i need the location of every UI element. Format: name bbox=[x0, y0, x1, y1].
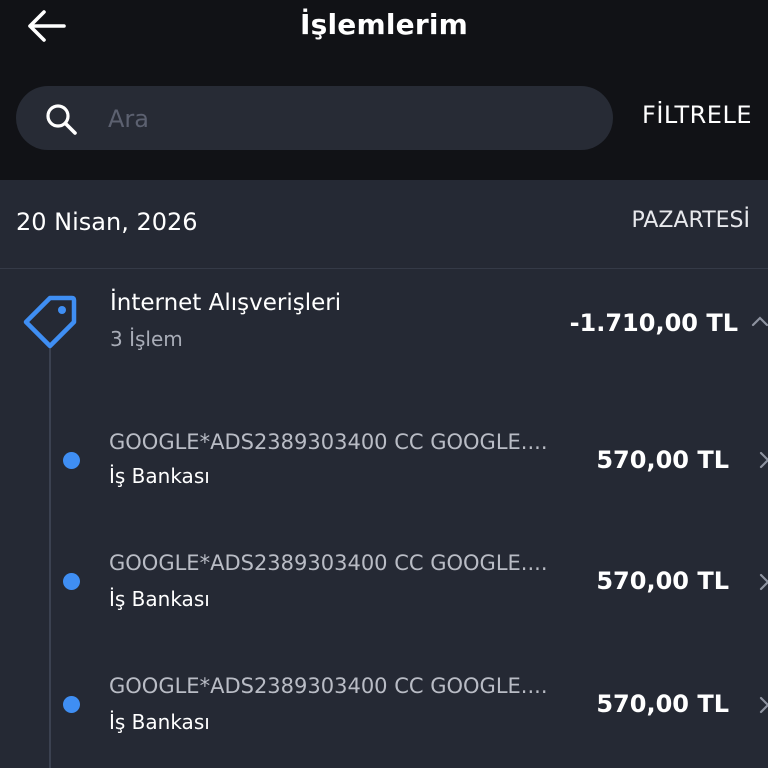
category-amount: -1.710,00 TL bbox=[569, 309, 738, 337]
timeline-dot bbox=[63, 696, 80, 713]
transaction-row[interactable]: GOOGLE*ADS2389303400 CC GOOGLE.... İş Ba… bbox=[0, 658, 768, 758]
transaction-description: GOOGLE*ADS2389303400 CC GOOGLE.... bbox=[109, 674, 548, 698]
group-date: 20 Nisan, 2026 bbox=[16, 208, 198, 236]
transaction-bank: İş Bankası bbox=[109, 587, 210, 611]
search-bar[interactable] bbox=[16, 86, 613, 150]
filter-button[interactable]: FİLTRELE bbox=[642, 101, 752, 129]
chevron-right-icon bbox=[759, 696, 768, 714]
transaction-bank: İş Bankası bbox=[109, 710, 210, 734]
transaction-amount: 570,00 TL bbox=[596, 690, 729, 718]
page-title: İşlemlerim bbox=[299, 8, 469, 41]
group-weekday: PAZARTESİ bbox=[631, 208, 750, 233]
chevron-right-icon bbox=[759, 573, 768, 591]
transaction-bank: İş Bankası bbox=[109, 464, 210, 488]
transaction-amount: 570,00 TL bbox=[596, 446, 729, 474]
app-header: İşlemlerim FİLTRELE bbox=[0, 0, 768, 180]
tag-icon bbox=[23, 295, 77, 349]
transaction-amount: 570,00 TL bbox=[596, 567, 729, 595]
transaction-row[interactable]: GOOGLE*ADS2389303400 CC GOOGLE.... İş Ba… bbox=[0, 535, 768, 635]
transaction-description: GOOGLE*ADS2389303400 CC GOOGLE.... bbox=[109, 551, 548, 575]
transaction-row[interactable]: GOOGLE*ADS2389303400 CC GOOGLE.... İş Ba… bbox=[0, 412, 768, 512]
timeline-dot bbox=[63, 452, 80, 469]
date-group-header: 20 Nisan, 2026 PAZARTESİ bbox=[0, 180, 768, 269]
chevron-up-icon[interactable] bbox=[750, 312, 768, 332]
timeline-dot bbox=[63, 573, 80, 590]
category-name: İnternet Alışverişleri bbox=[110, 290, 342, 316]
search-input[interactable] bbox=[106, 98, 590, 140]
category-count: 3 İşlem bbox=[110, 327, 183, 351]
transaction-description: GOOGLE*ADS2389303400 CC GOOGLE.... bbox=[109, 430, 548, 454]
search-icon bbox=[46, 104, 77, 135]
chevron-right-icon bbox=[759, 451, 768, 469]
